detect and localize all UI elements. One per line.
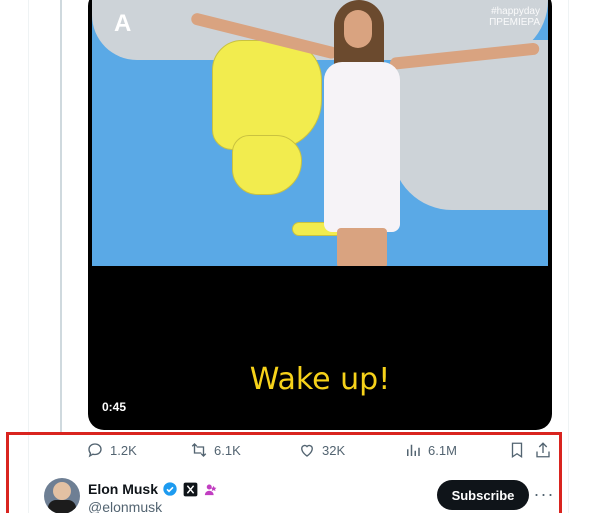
- timeline-left-border: [28, 0, 29, 513]
- reply-icon: [88, 443, 102, 458]
- broadcast-tag-premiere: ΠΡΕΜΙΕΡΑ: [489, 17, 540, 28]
- broadcast-tag: #happyday ΠΡΕΜΙΕΡΑ: [489, 6, 540, 28]
- avatar-body: [48, 500, 76, 513]
- like-button[interactable]: 32K: [298, 440, 345, 460]
- channel-logo: A: [114, 10, 132, 37]
- presenter-face: [344, 10, 372, 48]
- avatar-head: [53, 482, 71, 500]
- share-button[interactable]: [534, 440, 552, 460]
- reply-button[interactable]: 1.2K: [86, 440, 137, 460]
- video-caption: Wake up!: [249, 362, 391, 397]
- heart-icon: [301, 444, 313, 457]
- video-player[interactable]: A #happyday ΠΡΕΜΙΕΡΑ Wake up! 0:45: [88, 0, 552, 430]
- person-badge-icon: [203, 482, 218, 497]
- bookmark-button[interactable]: [508, 440, 526, 460]
- x-affiliate-icon[interactable]: [183, 482, 198, 497]
- verified-badge-icon: [162, 481, 178, 497]
- video-frame: A #happyday ΠΡΕΜΙΕΡΑ: [92, 0, 548, 266]
- share-icon: [536, 442, 550, 458]
- views-button[interactable]: 6.1M: [404, 440, 457, 460]
- timeline-right-border: [568, 0, 569, 513]
- tweet-action-bar: 1.2K 6.1K 32K 6.1M: [86, 440, 556, 462]
- repost-count: 6.1K: [214, 442, 241, 458]
- avatar[interactable]: [44, 478, 80, 513]
- like-count: 32K: [322, 442, 346, 458]
- broadcast-tag-hashtag: #happyday: [491, 6, 540, 17]
- author-name-row: Elon Musk: [88, 480, 223, 498]
- video-duration: 0:45: [102, 400, 127, 414]
- views-chart-icon: [407, 444, 420, 456]
- presenter-dress: [324, 62, 400, 232]
- author-row: Elon Musk @elonmusk Subscribe ···: [44, 478, 564, 513]
- views-count: 6.1M: [428, 442, 457, 458]
- repost-button[interactable]: 6.1K: [190, 440, 241, 460]
- more-options-icon[interactable]: ···: [534, 484, 554, 504]
- author-display-name[interactable]: Elon Musk: [88, 481, 158, 497]
- author-handle[interactable]: @elonmusk: [88, 499, 162, 513]
- reply-count: 1.2K: [110, 442, 137, 458]
- repost-icon: [191, 443, 207, 457]
- subscribe-button[interactable]: Subscribe: [437, 480, 529, 510]
- presenter-figure: [190, 0, 540, 266]
- thread-connector-line: [60, 0, 62, 432]
- bookmark-icon: [511, 442, 523, 459]
- presenter-legs: [337, 228, 387, 266]
